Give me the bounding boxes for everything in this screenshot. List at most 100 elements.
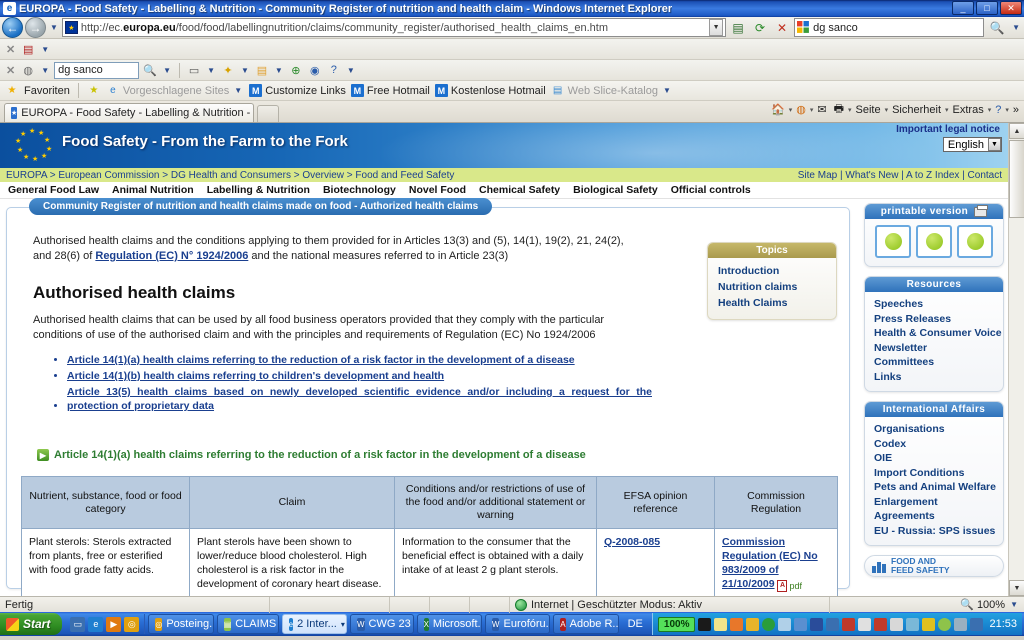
important-legal-notice-link[interactable]: Important legal notice [896, 124, 1000, 135]
nav-item-general-food-law[interactable]: General Food Law [8, 184, 99, 196]
page-caret-icon[interactable]: ▾ [885, 106, 889, 114]
article-14-1-b-link[interactable]: Article 14(1)(b) health claims referring… [67, 370, 444, 382]
help-icon[interactable]: ? [992, 103, 1004, 117]
minimize-button[interactable]: _ [952, 1, 974, 15]
favorite-web-slice-katalog[interactable]: ▤ Web Slice-Katalog ▼ [551, 84, 673, 98]
bluetooth-tray-icon[interactable] [810, 617, 824, 631]
monitor-tray-icon[interactable] [826, 617, 840, 631]
home-icon[interactable]: 🏠 [768, 102, 788, 117]
battery-icon[interactable] [698, 617, 712, 631]
key-tray-icon[interactable] [922, 617, 936, 631]
regulation-link[interactable]: Regulation (EC) N° 1924/2006 [95, 250, 248, 262]
efsa-opinion-link[interactable]: Q-2008-085 [604, 536, 660, 548]
language-indicator[interactable]: DE [622, 618, 649, 630]
sidebar-item-pets-and-animal-welfare[interactable]: Pets and Animal Welfare [874, 480, 1003, 495]
chart-tray-icon[interactable] [842, 617, 856, 631]
back-button[interactable]: ← [2, 17, 23, 38]
sidebar-item-organisations[interactable]: Organisations [874, 422, 1003, 437]
add-favorite-icon[interactable]: ★ [87, 84, 101, 98]
taskbar-item-internet-explorer[interactable]: e 2 Inter... ▾ [281, 614, 347, 634]
pdf-chip[interactable]: Apdf [777, 579, 802, 593]
new-tab-button[interactable] [257, 105, 279, 122]
stop-icon[interactable]: ✕ [772, 18, 792, 38]
nav-item-biotechnology[interactable]: Biotechnology [323, 184, 396, 196]
popup-blocker-icon[interactable]: ▭ [186, 62, 202, 78]
zoom-control[interactable]: 🔍 100% ▼ [960, 598, 1024, 612]
ie-icon[interactable]: e [88, 616, 104, 632]
zoom-caret-icon[interactable]: ▼ [1008, 600, 1020, 609]
article-13-5-link[interactable]: Article 13(5) health claims based on new… [67, 385, 652, 413]
print-caret-icon[interactable]: ▾ [848, 106, 852, 114]
help-caret-icon[interactable]: ▾ [1005, 106, 1009, 114]
tools-caret-icon[interactable]: ▾ [988, 106, 992, 114]
favorites-star-icon[interactable]: ★ [5, 84, 19, 98]
print-icon[interactable]: 🖶 [831, 99, 847, 120]
mail-icon[interactable]: ✉ [814, 102, 829, 117]
tab-europa-food-safety[interactable]: ★ EUROPA - Food Safety - Labelling & Nut… [4, 103, 254, 122]
safe-tray-icon[interactable] [954, 617, 968, 631]
feeds-icon[interactable]: ◍ [793, 102, 809, 117]
orange-tray-icon[interactable] [730, 617, 744, 631]
close-toolbar-2-icon[interactable]: ✕ [4, 64, 17, 77]
chevron-down-icon[interactable]: ▾ [341, 620, 345, 629]
sidebar-item-oie[interactable]: OIE [874, 451, 1003, 466]
topic-introduction[interactable]: Introduction [718, 263, 836, 279]
thumbnail-2[interactable] [916, 225, 952, 258]
acrobat-caret-icon[interactable]: ▼ [39, 45, 51, 54]
scrollbar-thumb[interactable] [1009, 140, 1024, 218]
toolbar-overflow-caret-icon[interactable]: ▼ [345, 66, 357, 75]
forward-button[interactable]: → [25, 17, 46, 38]
taskbar-item-adobe-reader[interactable]: A Adobe R... [553, 614, 619, 634]
sidebar-item-links[interactable]: Links [874, 370, 1003, 385]
security-caret-icon[interactable]: ▾ [945, 106, 949, 114]
page-scrollbar[interactable]: ▲ ▼ [1008, 123, 1024, 596]
volume-icon[interactable] [970, 617, 984, 631]
card-tray-icon[interactable] [858, 617, 872, 631]
taskbar-item-euroforum[interactable]: W Eurofóru... [484, 614, 551, 634]
compatibility-view-icon[interactable]: ▤ [728, 18, 748, 38]
sidebar-item-enlargement[interactable]: Enlargement [874, 495, 1003, 510]
favorite-kostenlose-hotmail[interactable]: M Kostenlose Hotmail [434, 84, 546, 97]
security-zone[interactable]: Internet | Geschützter Modus: Aktiv [510, 596, 830, 613]
browser-search-input[interactable]: dg sanco [794, 18, 985, 37]
network-tray-icon[interactable] [778, 617, 792, 631]
feeds-caret-icon[interactable]: ▾ [810, 106, 814, 114]
toolbar-search-go-icon[interactable]: 🔍 [142, 62, 158, 78]
search-provider-caret-icon[interactable]: ▼ [1010, 23, 1022, 32]
help-icon[interactable]: ? [326, 62, 342, 78]
notes-caret-icon[interactable]: ▼ [273, 66, 285, 75]
taskbar-item-posteingang[interactable]: ◎ Posteing... [148, 614, 214, 634]
thumbnail-3[interactable] [957, 225, 993, 258]
home-caret-icon[interactable]: ▾ [789, 106, 793, 114]
sidebar-item-import-conditions[interactable]: Import Conditions [874, 466, 1003, 481]
scroll-up-button[interactable]: ▲ [1009, 123, 1024, 139]
display-tray-icon[interactable] [794, 617, 808, 631]
sidebar-item-eu-russia-sps-issues[interactable]: EU - Russia: SPS issues [874, 524, 1003, 539]
shield-tray-icon[interactable] [906, 617, 920, 631]
printable-version-header[interactable]: printable version [865, 204, 1003, 219]
clock[interactable]: 21:53 [986, 618, 1017, 630]
taskbar-item-cwg[interactable]: W CWG 23 ... [349, 614, 414, 634]
favorite-customize-links[interactable]: M Customize Links [249, 84, 346, 97]
popup-blocker-caret-icon[interactable]: ▼ [205, 66, 217, 75]
commission-regulation-link[interactable]: Commission Regulation (EC) No 983/2009 o… [722, 536, 818, 590]
topic-nutrition-claims[interactable]: Nutrition claims [718, 279, 836, 295]
sidebar-item-speeches[interactable]: Speeches [874, 297, 1003, 312]
chevron-down-icon[interactable]: ▼ [232, 86, 244, 95]
tools-menu[interactable]: Extras [950, 103, 987, 117]
sidebar-item-health-consumer-voice-newsletter[interactable]: Health & Consumer Voice Newsletter [874, 326, 1003, 355]
favorite-suggested-sites[interactable]: e Vorgeschlagene Sites ▼ [106, 84, 244, 98]
favorites-label[interactable]: Favoriten [24, 85, 70, 97]
article-14-1-a-link[interactable]: Article 14(1)(a) health claims referring… [67, 354, 575, 366]
address-dropdown-icon[interactable]: ▼ [709, 19, 724, 36]
mail-tray-icon[interactable] [714, 617, 728, 631]
nav-item-labelling-nutrition[interactable]: Labelling & Nutrition [207, 184, 310, 196]
utility-links[interactable]: Site Map | What's New | A to Z Index | C… [798, 170, 1002, 181]
scroll-down-button[interactable]: ▼ [1009, 580, 1024, 596]
breadcrumb[interactable]: EUROPA > European Commission > DG Health… [6, 170, 454, 181]
search-go-icon[interactable]: 🔍 [986, 18, 1008, 38]
sidebar-item-press-releases[interactable]: Press Releases [874, 312, 1003, 327]
toolbar-search-input[interactable]: dg sanco [54, 61, 140, 79]
tray-zoom-chip[interactable]: 100% [657, 616, 696, 632]
command-bar-overflow-icon[interactable]: » [1010, 103, 1022, 117]
